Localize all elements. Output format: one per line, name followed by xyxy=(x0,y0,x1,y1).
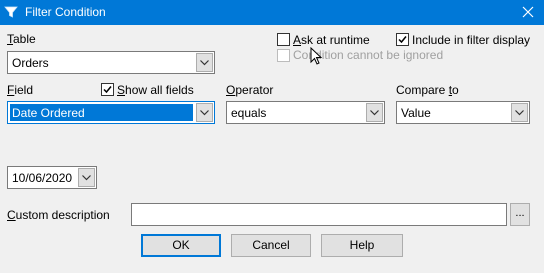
chevron-down-icon xyxy=(515,110,524,116)
compare-pre: Compare xyxy=(396,83,449,97)
include-in-filter-display-checkbox[interactable] xyxy=(396,33,409,46)
checkmark-icon xyxy=(398,36,407,44)
chevron-down-icon xyxy=(82,175,91,181)
mouse-cursor-icon xyxy=(310,46,323,69)
compare-to-dropdown[interactable]: Value xyxy=(396,101,530,124)
custom-description-input[interactable] xyxy=(131,203,507,226)
show-accel: S xyxy=(117,83,126,97)
field-dropdown[interactable]: Date Ordered xyxy=(7,101,215,124)
table-dropdown-button[interactable] xyxy=(196,53,213,72)
cancel-button[interactable]: Cancel xyxy=(231,234,311,257)
custom-accel: C xyxy=(7,208,16,222)
filter-funnel-icon xyxy=(4,5,20,21)
field-value: Date Ordered xyxy=(12,106,85,120)
operator-accel: O xyxy=(226,83,236,97)
operator-label: Operator xyxy=(226,83,273,97)
window-title: Filter Condition xyxy=(25,5,106,19)
compare-to-label: Compare to xyxy=(396,83,459,97)
compare-to-dropdown-button[interactable] xyxy=(511,103,528,122)
ask-at-runtime-label: Ask at runtime xyxy=(293,33,370,47)
chevron-down-icon xyxy=(370,110,379,116)
compare-rest: o xyxy=(452,83,459,97)
checkmark-icon xyxy=(103,86,112,94)
operator-rest: perator xyxy=(235,83,274,97)
date-picker-button[interactable] xyxy=(78,168,95,187)
ask-rest: sk at runtime xyxy=(301,33,370,47)
ask-at-runtime-checkbox[interactable] xyxy=(277,33,290,46)
custom-rest: ustom description xyxy=(15,208,110,222)
chevron-down-icon xyxy=(200,60,209,66)
title-bar: Filter Condition xyxy=(0,0,544,25)
table-label-rest: able xyxy=(13,32,36,46)
condition-cannot-be-ignored-checkbox[interactable] xyxy=(277,49,290,62)
operator-dropdown-button[interactable] xyxy=(366,103,383,122)
compare-to-value: Value xyxy=(401,106,431,120)
custom-description-label: Custom description xyxy=(7,208,110,222)
close-icon xyxy=(522,6,534,18)
show-all-fields-label: Show all fields xyxy=(117,83,194,97)
include-in-filter-display-label: Include in filter display xyxy=(412,33,531,47)
operator-value: equals xyxy=(231,106,267,120)
help-button[interactable]: Help xyxy=(321,234,403,257)
field-dropdown-button[interactable] xyxy=(196,103,213,122)
ask-accel: A xyxy=(293,33,302,47)
date-value: 10/06/2020 xyxy=(12,171,73,185)
field-rest: ield xyxy=(14,83,34,97)
table-label: Table xyxy=(7,32,36,46)
table-value: Orders xyxy=(12,56,49,70)
show-all-fields-checkbox[interactable] xyxy=(101,83,114,96)
operator-dropdown[interactable]: equals xyxy=(226,101,385,124)
ok-button[interactable]: OK xyxy=(141,234,221,257)
table-dropdown[interactable]: Orders xyxy=(7,51,215,74)
show-rest: how all fields xyxy=(125,83,194,97)
close-button[interactable] xyxy=(512,0,544,25)
date-picker[interactable]: 10/06/2020 xyxy=(7,166,97,189)
browse-button[interactable]: ... xyxy=(510,203,530,226)
chevron-down-icon xyxy=(200,110,209,116)
field-label: Field xyxy=(7,83,33,97)
